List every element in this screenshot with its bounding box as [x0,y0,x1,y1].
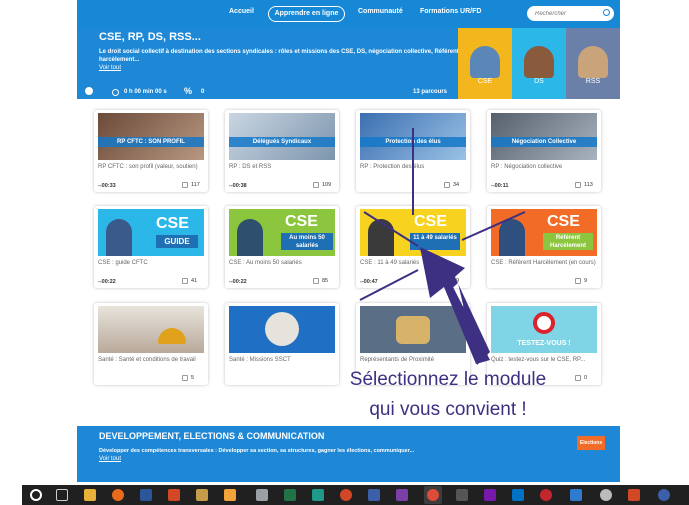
annotation-caption: Sélectionnez le module qui vous convient… [283,365,613,425]
app-icon[interactable] [658,489,670,501]
caption-line-2: qui vous convient ! [369,399,527,420]
app-icon[interactable] [368,489,380,501]
app-icon[interactable] [168,489,180,501]
caption-line-1: Sélectionnez le module [349,369,547,390]
powerpoint-icon[interactable] [340,489,352,501]
app-icon[interactable] [224,489,236,501]
app-icon[interactable] [628,489,640,501]
search-circle-icon[interactable] [30,489,42,501]
annotation-line [359,269,419,301]
annotation-overlay [359,128,526,365]
chrome-icon[interactable] [427,489,439,501]
app-icon[interactable] [540,489,552,501]
annotation-line [363,211,419,247]
annotation-line [461,211,526,241]
outlook-icon[interactable] [512,489,524,501]
firefox-icon[interactable] [112,489,124,501]
file-explorer-icon[interactable] [84,489,96,501]
arrow-icon-body [420,247,490,364]
media-icon[interactable] [196,489,208,501]
windows-taskbar [22,485,689,505]
settings-gear-icon[interactable] [600,489,612,501]
publisher-icon[interactable] [312,489,324,501]
excel-icon[interactable] [284,489,296,501]
calculator-icon[interactable] [256,489,268,501]
app-icon[interactable] [396,489,408,501]
app-icon[interactable] [456,489,468,501]
word-icon[interactable] [140,489,152,501]
app-icon[interactable] [570,489,582,501]
task-view-icon[interactable] [56,489,68,501]
onenote-icon[interactable] [484,489,496,501]
